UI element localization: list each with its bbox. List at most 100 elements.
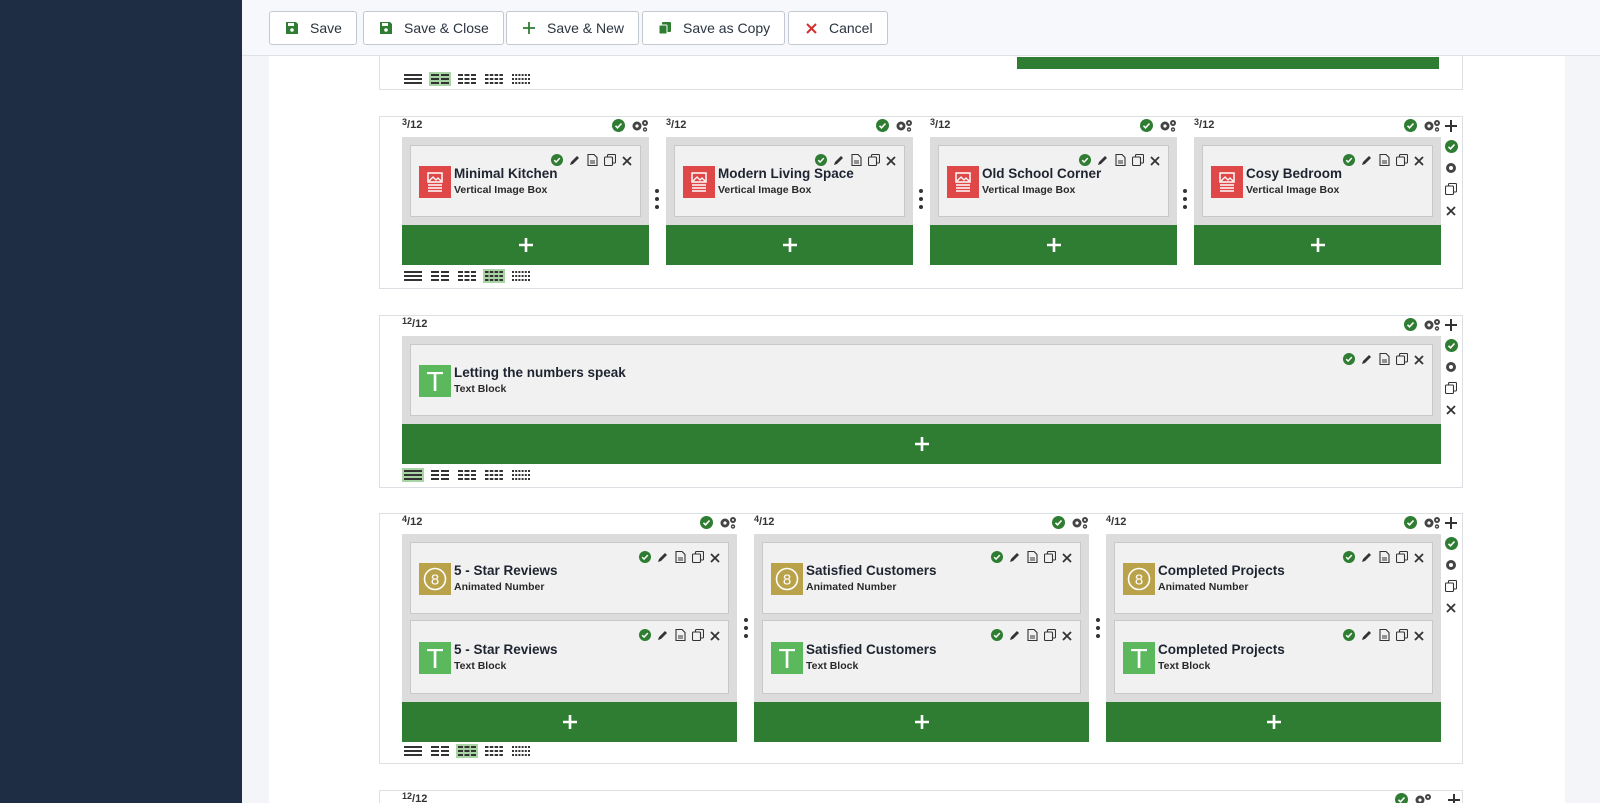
layout-6-icon[interactable] [510, 468, 532, 482]
builder-element[interactable]: Cosy Bedroom Vertical Image Box [1202, 145, 1433, 217]
close-icon[interactable] [1446, 402, 1456, 420]
column-resize-handle[interactable] [915, 189, 927, 209]
layout-3-icon[interactable] [456, 72, 478, 86]
layout-2-icon[interactable] [429, 468, 451, 482]
gear-icon[interactable] [1445, 558, 1457, 576]
check-icon[interactable] [1395, 793, 1408, 803]
close-icon[interactable] [1446, 203, 1456, 221]
check-icon[interactable] [1444, 140, 1458, 158]
column-resize-handle[interactable] [651, 189, 663, 209]
file-icon[interactable] [1379, 352, 1390, 370]
layout-4-icon[interactable] [483, 468, 505, 482]
builder-element[interactable]: T Completed Projects Text Block [1114, 620, 1433, 694]
layout-1-icon[interactable] [402, 269, 424, 283]
pencil-icon[interactable] [657, 550, 669, 568]
gear-icon[interactable] [1445, 360, 1457, 378]
copy-icon[interactable] [1043, 550, 1057, 568]
gears-icon[interactable] [895, 119, 913, 137]
close-icon[interactable] [1414, 628, 1424, 646]
column-resize-handle[interactable] [740, 618, 752, 638]
layout-6-icon[interactable] [510, 72, 532, 86]
save-button[interactable]: Save [269, 11, 357, 45]
check-icon[interactable] [991, 550, 1003, 568]
file-icon[interactable] [1115, 153, 1126, 171]
column-resize-handle[interactable] [1179, 189, 1191, 209]
file-icon[interactable] [1379, 550, 1390, 568]
check-icon[interactable] [991, 628, 1003, 646]
copy-icon[interactable] [1395, 153, 1409, 171]
cancel-button[interactable]: Cancel [788, 11, 888, 45]
file-icon[interactable] [675, 550, 686, 568]
gears-icon[interactable] [1423, 318, 1441, 336]
builder-element[interactable]: Modern Living Space Vertical Image Box [674, 145, 905, 217]
add-element-button[interactable] [1106, 702, 1441, 742]
close-icon[interactable] [710, 550, 720, 568]
close-icon[interactable] [622, 153, 632, 171]
gears-icon[interactable] [719, 516, 737, 534]
close-icon[interactable] [1414, 352, 1424, 370]
file-icon[interactable] [1027, 628, 1038, 646]
check-icon[interactable] [639, 628, 651, 646]
gears-icon[interactable] [1159, 119, 1177, 137]
copy-icon[interactable] [1444, 381, 1458, 399]
check-icon[interactable] [612, 119, 625, 137]
plus-icon[interactable] [1448, 793, 1460, 803]
close-icon[interactable] [1062, 550, 1072, 568]
pencil-icon[interactable] [1361, 628, 1373, 646]
pencil-icon[interactable] [1009, 628, 1021, 646]
file-icon[interactable] [1379, 153, 1390, 171]
gears-icon[interactable] [1071, 516, 1089, 534]
check-icon[interactable] [639, 550, 651, 568]
pencil-icon[interactable] [1361, 550, 1373, 568]
copy-icon[interactable] [1444, 182, 1458, 200]
pencil-icon[interactable] [1361, 153, 1373, 171]
gears-icon[interactable] [1423, 119, 1441, 137]
layout-2-icon[interactable] [429, 744, 451, 758]
check-icon[interactable] [1404, 318, 1417, 336]
builder-element[interactable]: 8 Completed Projects Animated Number [1114, 542, 1433, 614]
add-row-icon[interactable] [1445, 318, 1457, 336]
layout-2-icon[interactable] [429, 72, 451, 86]
gears-icon[interactable] [631, 119, 649, 137]
file-icon[interactable] [1027, 550, 1038, 568]
copy-icon[interactable] [1395, 352, 1409, 370]
layout-3-icon[interactable] [456, 269, 478, 283]
file-icon[interactable] [587, 153, 598, 171]
layout-1-icon[interactable] [402, 72, 424, 86]
check-icon[interactable] [1343, 352, 1355, 370]
layout-2-icon[interactable] [429, 269, 451, 283]
pencil-icon[interactable] [657, 628, 669, 646]
gears-icon[interactable] [1414, 793, 1432, 803]
close-icon[interactable] [1414, 550, 1424, 568]
add-element-button[interactable] [402, 424, 1441, 464]
builder-element[interactable]: 8 Satisfied Customers Animated Number [762, 542, 1081, 614]
layout-4-icon[interactable] [483, 269, 505, 283]
check-icon[interactable] [876, 119, 889, 137]
layout-3-icon[interactable] [456, 468, 478, 482]
add-element-button[interactable] [1194, 225, 1441, 265]
copy-icon[interactable] [1395, 550, 1409, 568]
check-icon[interactable] [1444, 537, 1458, 555]
check-icon[interactable] [1343, 550, 1355, 568]
copy-icon[interactable] [1043, 628, 1057, 646]
check-icon[interactable] [1052, 516, 1065, 534]
pencil-icon[interactable] [1009, 550, 1021, 568]
builder-element[interactable]: Minimal Kitchen Vertical Image Box [410, 145, 641, 217]
check-icon[interactable] [1404, 119, 1417, 137]
copy-icon[interactable] [1395, 628, 1409, 646]
check-icon[interactable] [1140, 119, 1153, 137]
close-icon[interactable] [1062, 628, 1072, 646]
column-resize-handle[interactable] [1092, 618, 1104, 638]
copy-icon[interactable] [603, 153, 617, 171]
layout-6-icon[interactable] [510, 269, 532, 283]
layout-4-icon[interactable] [483, 72, 505, 86]
check-icon[interactable] [700, 516, 713, 534]
add-row-icon[interactable] [1445, 516, 1457, 534]
close-icon[interactable] [710, 628, 720, 646]
save-close-button[interactable]: Save & Close [363, 11, 504, 45]
layout-6-icon[interactable] [510, 744, 532, 758]
add-element-button[interactable] [402, 702, 737, 742]
add-element-button[interactable] [666, 225, 913, 265]
copy-icon[interactable] [691, 550, 705, 568]
check-icon[interactable] [1404, 516, 1417, 534]
